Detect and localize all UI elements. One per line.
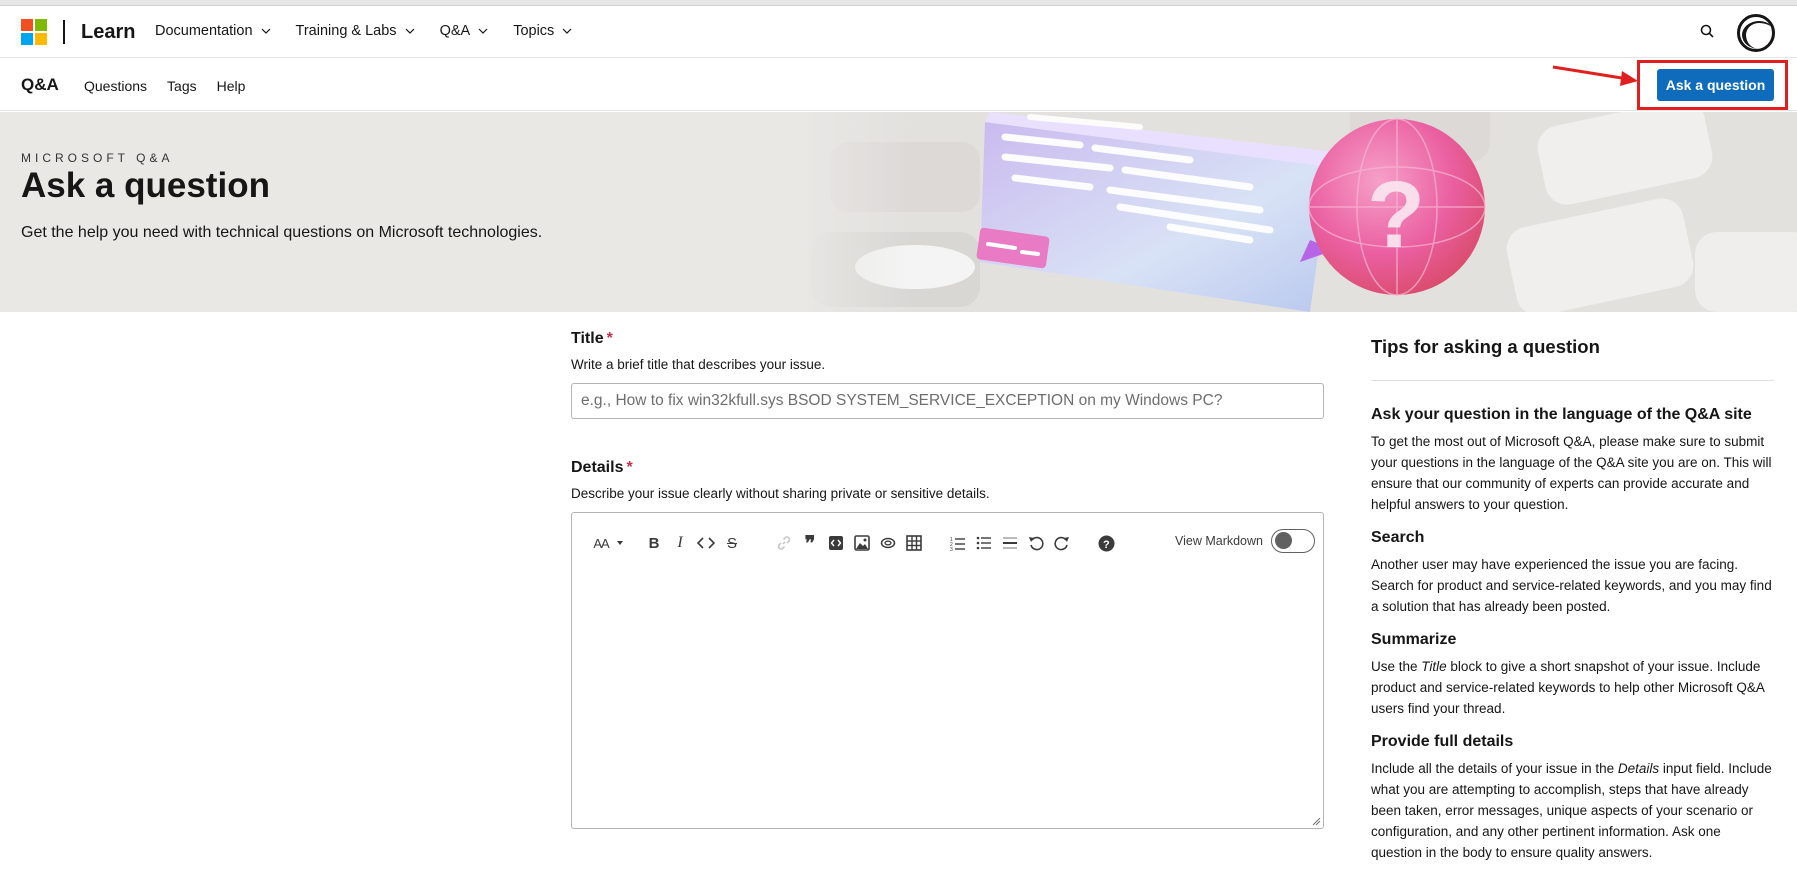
redo-icon[interactable] [1050,531,1074,555]
brand-learn-link[interactable]: Learn [81,21,135,44]
attachment-icon[interactable] [876,531,900,555]
tip-body-summarize-em: Title [1421,659,1447,674]
tip-body-details: Include all the details of your issue in… [1371,758,1774,863]
logo-yellow-square [35,33,47,45]
toggle-knob [1275,532,1292,549]
tips-divider [1371,380,1774,381]
hero-banner: ? MICROSOFT Q&A Ask a question Get the h… [0,112,1797,312]
tip-heading-summarize: Summarize [1371,631,1457,648]
details-label: Details * [571,459,633,476]
chevron-down-icon [478,28,488,34]
bold-icon[interactable]: B [642,531,666,555]
title-label-text: Title [571,330,604,347]
ask-question-button[interactable]: Ask a question [1657,69,1774,101]
tips-panel: Tips for asking a question Ask your ques… [1371,336,1774,863]
text-size-glyph: AA [593,535,609,551]
editor-toolbar: AA B I S ❞ 1 2 3 ? [590,531,1120,555]
local-link-help[interactable]: Help [217,78,246,94]
view-markdown-label: View Markdown [1174,534,1263,548]
avatar[interactable] [1737,14,1775,52]
link-icon[interactable] [772,531,796,555]
nav-topics[interactable]: Topics [513,23,573,39]
nav-qa-label: Q&A [439,23,471,39]
details-field-group: Details * Describe your issue clearly wit… [571,459,1324,829]
nav-qa[interactable]: Q&A [440,23,490,39]
resize-handle-icon[interactable] [1311,816,1321,826]
tip-body-summarize-pre: Use the [1371,659,1422,674]
bullet-list-icon[interactable] [972,531,996,555]
local-nav: Q&A Questions Tags Help Ask a question [0,59,1797,111]
required-marker: * [606,330,613,347]
local-nav-links: Questions Tags Help [84,78,265,94]
tip-body-details-em: Details [1617,761,1660,776]
required-marker: * [626,459,633,476]
microsoft-logo[interactable] [21,19,47,45]
title-field-group: Title * Write a brief title that describe… [571,330,1324,419]
tip-body-language: To get the most out of Microsoft Q&A, pl… [1371,434,1772,512]
italic-icon[interactable]: I [668,531,692,555]
chevron-down-icon [562,28,572,34]
page-title: Ask a question [21,166,270,205]
logo-green-square [35,19,47,31]
nav-training-labs-label: Training & Labs [295,23,397,39]
annotation-arrow [1552,65,1638,86]
tip-heading-search: Search [1371,529,1425,546]
logo-divider [63,20,65,44]
local-link-tags[interactable]: Tags [167,78,197,94]
local-nav-title[interactable]: Q&A [21,75,59,95]
hero-eyebrow: MICROSOFT Q&A [21,151,174,165]
code-icon[interactable] [694,531,718,555]
chevron-down-icon [261,28,270,34]
view-markdown-control: View Markdown [1175,529,1315,553]
nav-training-labs[interactable]: Training & Labs [296,23,416,39]
logo-red-square [21,19,33,31]
details-editor[interactable]: AA B I S ❞ 1 2 3 ? View Markdown [571,512,1324,829]
undo-icon[interactable] [1024,531,1048,555]
help-icon[interactable]: ? [1094,531,1118,555]
view-markdown-toggle[interactable] [1271,529,1315,553]
image-icon[interactable] [850,531,874,555]
tip-heading-language: Ask your question in the language of the… [1371,406,1752,423]
nav-topics-label: Topics [513,23,555,39]
details-description: Describe your issue clearly without shar… [571,486,990,501]
caret-down-icon [616,541,623,545]
tip-heading-details: Provide full details [1371,733,1514,750]
horizontal-rule-icon[interactable] [998,531,1022,555]
search-icon[interactable] [1698,22,1718,42]
quote-icon[interactable]: ❞ [798,531,822,555]
logo-blue-square [21,33,33,45]
tips-title: Tips for asking a question [1371,336,1600,357]
local-link-questions[interactable]: Questions [84,78,147,94]
strikethrough-icon[interactable]: S [720,531,744,555]
svg-text:3: 3 [950,547,953,551]
title-label: Title * [571,330,613,347]
chevron-down-icon [405,28,414,34]
global-header: Learn Documentation Training & Labs Q&A … [0,6,1797,58]
title-description: Write a brief title that describes your … [571,357,826,372]
hero-subtitle: Get the help you need with technical que… [21,224,543,241]
nav-documentation[interactable]: Documentation [155,23,272,39]
hero-illustration: ? [790,112,1797,312]
details-label-text: Details [571,459,624,476]
question-form: Title * Write a brief title that describe… [571,330,1324,829]
tip-body-search: Another user may have experienced the is… [1371,557,1772,614]
tip-body-details-pre: Include all the details of your issue in… [1371,761,1618,776]
table-icon[interactable] [902,531,926,555]
title-input[interactable] [571,383,1324,419]
global-nav: Documentation Training & Labs Q&A Topics [155,23,597,39]
svg-text:?: ? [1103,539,1110,551]
numbered-list-icon[interactable]: 123 [946,531,970,555]
nav-documentation-label: Documentation [155,23,253,39]
text-size-icon[interactable]: AA [590,531,628,555]
tip-body-summarize: Use the Title block to give a short snap… [1371,656,1774,719]
code-block-icon[interactable] [824,531,848,555]
